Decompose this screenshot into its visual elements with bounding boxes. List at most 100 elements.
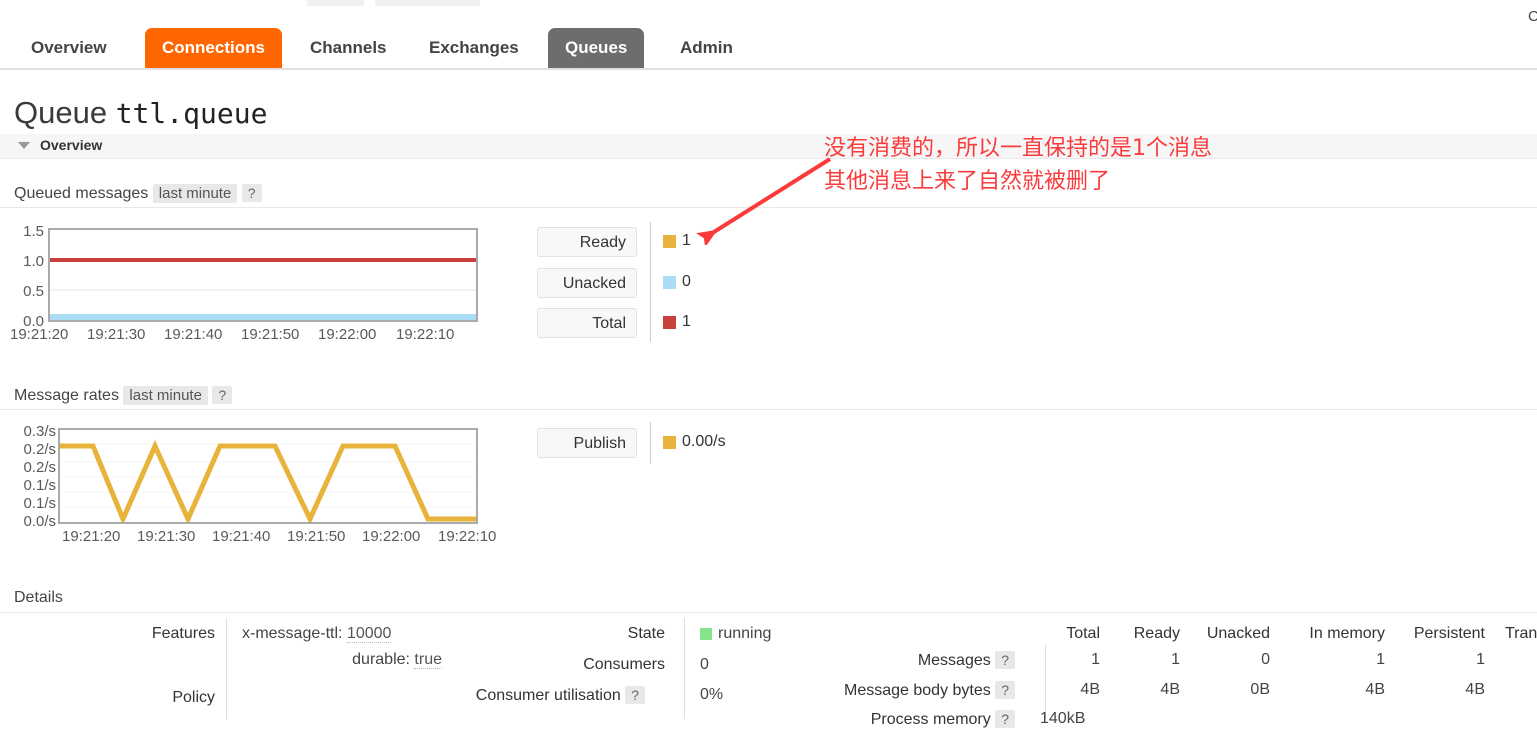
cell-bytes-total: 4B xyxy=(1080,681,1100,698)
cell-bytes-ready: 4B xyxy=(1160,681,1180,698)
x-tick-r4: 19:22:00 xyxy=(362,528,421,545)
table-header-transient: Tran xyxy=(1505,625,1537,642)
process-memory-label-text: Process memory xyxy=(870,711,991,728)
feature-durable-value: true xyxy=(414,651,442,669)
queued-messages-x-axis: 19:21:20 19:21:30 19:21:40 19:21:50 19:22:00… xyxy=(10,326,454,343)
feature-durable-key: durable: xyxy=(352,651,410,668)
message-rates-plot-area xyxy=(58,428,478,524)
overview-section-header[interactable]: Overview xyxy=(0,134,1537,159)
legend-divider-rates xyxy=(650,422,651,464)
legend-value-ready: 1 xyxy=(682,232,691,249)
queued-messages-help-icon[interactable]: ? xyxy=(241,184,262,202)
details-label-policy: Policy xyxy=(172,689,215,706)
partial-tab-1 xyxy=(307,0,364,6)
cell-process-memory-total: 140kB xyxy=(1040,710,1086,727)
table-header-total: Total xyxy=(1066,625,1100,642)
x-tick-r2: 19:21:40 xyxy=(212,528,271,545)
cell-messages-total: 1 xyxy=(1091,651,1100,668)
details-title: Details xyxy=(14,589,63,606)
details-label-consumers: Consumers xyxy=(583,656,665,673)
queued-messages-title: Queued messages xyxy=(14,185,149,202)
y-tick-0-1s-b: 0.1/s xyxy=(23,495,56,512)
message-rates-title: Message rates xyxy=(14,387,119,404)
message-rates-period-chip[interactable]: last minute xyxy=(123,386,208,405)
legend-value-total: 1 xyxy=(682,313,691,330)
table-header-ready: Ready xyxy=(1133,625,1180,642)
x-tick-5: 19:22:10 xyxy=(396,326,455,343)
legend-value-publish: 0.00/s xyxy=(682,433,726,450)
details-label-state: State xyxy=(627,625,665,642)
details-heading: Details xyxy=(0,587,1537,613)
state-indicator-icon xyxy=(700,627,712,640)
message-rates-x-axis: 19:21:20 19:21:30 19:21:40 19:21:50 19:22:00… xyxy=(62,528,496,545)
partial-tab-row-above xyxy=(0,0,1537,6)
legend-swatch-total xyxy=(663,316,676,329)
details-divider-left xyxy=(226,618,227,719)
queued-messages-plot-area xyxy=(48,228,478,322)
annotation-text: 没有消费的，所以一直保持的是1个消息 其他消息上来了自然就被删了 xyxy=(824,132,1212,198)
overview-section-label: Overview xyxy=(40,137,103,153)
legend-swatch-unacked xyxy=(663,276,676,289)
tab-overview[interactable]: Overview xyxy=(14,28,124,68)
cell-bytes-in-memory: 4B xyxy=(1365,681,1385,698)
legend-button-unacked[interactable]: Unacked xyxy=(537,268,637,298)
x-tick-r0: 19:21:20 xyxy=(62,528,121,545)
cell-bytes-persistent: 4B xyxy=(1465,681,1485,698)
y-tick-0-5: 0.5 xyxy=(23,283,44,300)
chevron-down-icon[interactable] xyxy=(18,142,30,149)
details-label-features: Features xyxy=(151,625,215,642)
cell-messages-unacked: 0 xyxy=(1261,651,1270,668)
details-value-consumers: 0 xyxy=(700,656,709,673)
legend-button-publish[interactable]: Publish xyxy=(537,428,637,458)
feature-ttl-value: 10000 xyxy=(346,625,392,643)
x-tick-r5: 19:22:10 xyxy=(438,528,497,545)
x-tick-r1: 19:21:30 xyxy=(137,528,196,545)
legend-value-unacked: 0 xyxy=(682,273,691,290)
consumer-utilisation-help-icon[interactable]: ? xyxy=(625,686,645,704)
tab-connections[interactable]: Connections xyxy=(145,28,282,68)
queued-messages-chart: 1.5 1.0 0.5 0.0 19:21:20 19:21:30 19:21:40… xyxy=(0,220,500,350)
queue-name: ttl.queue xyxy=(115,97,268,130)
x-tick-4: 19:22:00 xyxy=(318,326,377,343)
details-value-consumer-utilisation: 0% xyxy=(700,686,724,703)
legend-button-ready[interactable]: Ready xyxy=(537,227,637,257)
y-tick-1-0: 1.0 xyxy=(23,253,44,270)
tab-exchanges[interactable]: Exchanges xyxy=(412,28,536,68)
y-tick-0-3s: 0.3/s xyxy=(23,423,56,440)
messages-help-icon[interactable]: ? xyxy=(995,651,1015,669)
feature-ttl-key: x-message-ttl: xyxy=(242,625,343,642)
process-memory-help-icon[interactable]: ? xyxy=(995,710,1015,728)
page-title: Queue ttl.queue xyxy=(14,95,267,131)
messages-label-text: Messages xyxy=(917,652,991,669)
table-header-in-memory: In memory xyxy=(1309,625,1385,642)
message-rates-help-icon[interactable]: ? xyxy=(212,386,233,404)
legend-button-total[interactable]: Total xyxy=(537,308,637,338)
table-header-unacked: Unacked xyxy=(1206,625,1270,642)
y-tick-0-2s-b: 0.2/s xyxy=(23,459,56,476)
cell-messages-ready: 1 xyxy=(1171,651,1180,668)
series-publish xyxy=(60,439,476,522)
x-tick-0: 19:21:20 xyxy=(10,326,69,343)
x-tick-r3: 19:21:50 xyxy=(287,528,346,545)
partial-tab-2 xyxy=(375,0,480,6)
cell-messages-persistent: 1 xyxy=(1476,651,1485,668)
message-rates-chart: 0.3/s 0.2/s 0.2/s 0.1/s 0.1/s 0.0/s 19:2… xyxy=(0,420,520,550)
legend-divider xyxy=(650,222,651,342)
table-row-label-process-memory: Process memory ? xyxy=(850,710,1015,729)
tab-channels[interactable]: Channels xyxy=(293,28,404,68)
message-rates-heading: Message rates last minute ? xyxy=(0,384,1537,410)
message-rates-title-row: Message rates last minute ? xyxy=(14,386,233,405)
message-body-bytes-help-icon[interactable]: ? xyxy=(995,681,1015,699)
queued-messages-title-row: Queued messages last minute ? xyxy=(14,184,262,203)
annotation-line-2: 其他消息上来了自然就被删了 xyxy=(824,169,1111,194)
queued-messages-period-chip[interactable]: last minute xyxy=(152,184,238,203)
tab-admin[interactable]: Admin xyxy=(663,28,750,68)
consumer-utilisation-text: Consumer utilisation xyxy=(475,687,621,704)
details-feature-durable: durable: true xyxy=(242,651,442,669)
y-tick-1-5: 1.5 xyxy=(23,223,44,240)
tab-queues[interactable]: Queues xyxy=(548,28,645,68)
table-row-label-messages: Messages ? xyxy=(850,651,1015,670)
annotation-line-1: 没有消费的，所以一直保持的是1个消息 xyxy=(824,136,1212,161)
x-tick-3: 19:21:50 xyxy=(241,326,300,343)
legend-swatch-publish xyxy=(663,436,676,449)
